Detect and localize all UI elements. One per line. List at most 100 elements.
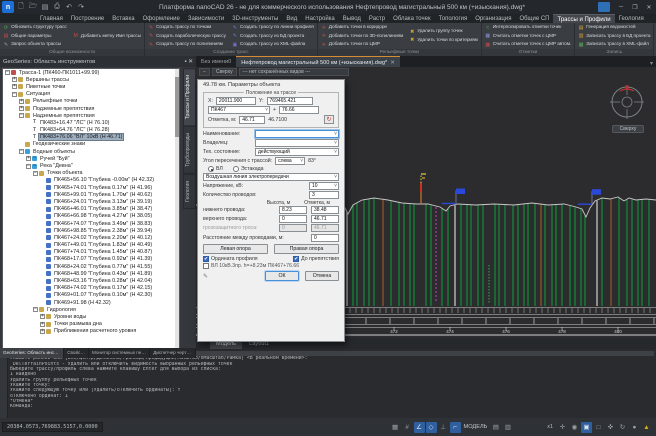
tree-item[interactable]: −~Река "Девна" (3, 162, 179, 169)
pencil-icon[interactable]: ✎ (203, 273, 208, 280)
pan-icon[interactable]: ✛ (557, 422, 568, 433)
zoom-icon[interactable]: ◉ (569, 422, 580, 433)
ribbon-tab-Облака точек[interactable]: Облака точек (389, 14, 434, 23)
upper-wire-height-input[interactable]: 0 (279, 215, 307, 223)
palette-bottom-tab[interactable]: Монитор системных перем... (89, 348, 150, 358)
ribbon-tab-Организация[interactable]: Организация (471, 14, 515, 23)
ribbon-tab-3D-инструменты[interactable]: 3D-инструменты (228, 14, 282, 23)
command-line-grip[interactable]: ≡ (0, 349, 8, 418)
annotation-scale[interactable]: х1 (547, 424, 553, 430)
save-icon[interactable]: ▤ (40, 2, 50, 12)
picket-combo[interactable]: ПК467˅ (208, 106, 270, 114)
palette-header[interactable]: GeoSeries: Область инструментов ▪ ✕ (0, 56, 196, 67)
palette-vertical-tab-Трассы и Профили[interactable]: Трассы и Профили (183, 68, 196, 126)
tree-item[interactable]: +Подземные препятствия (3, 105, 179, 112)
tree-expander[interactable]: + (12, 84, 17, 89)
lower-wire-height-input[interactable]: 8.23 (279, 206, 307, 214)
tree-item[interactable]: +Пикетные точки (3, 83, 179, 90)
tree-item[interactable]: ПК466+74.07 "Глубина 3.49м" (Н 38.83) (3, 220, 179, 227)
polar-icon[interactable]: ∠ (414, 422, 425, 433)
tab-close-icon[interactable]: ✕ (390, 60, 395, 66)
note-checkbox[interactable]: ВЛ 10кВ.3пр. h=+8.23м ПК467+76.66 (203, 263, 299, 269)
tree-item[interactable]: +Точки размыва дна (3, 321, 179, 328)
ribbon-tab-Общие СП[interactable]: Общие СП (515, 14, 553, 23)
open-folder-icon[interactable]: 🗁 (28, 2, 38, 12)
radio-estakada[interactable]: Эстакада (233, 166, 264, 172)
offset-input[interactable]: 76.66 (279, 106, 319, 114)
palette-bottom-tab[interactable]: GeoSeries: Область инструм... (0, 348, 64, 358)
tree-item[interactable]: −Ситуация (3, 91, 179, 98)
regen-icon[interactable]: ↻ (617, 422, 628, 433)
owner-combo[interactable]: ˅ (255, 139, 339, 147)
tree-item[interactable]: +Уровни воды (3, 313, 179, 320)
ribbon-tab-Геология[interactable]: Геология (615, 14, 648, 23)
ribbon-button[interactable]: ✛Добавить точки по ЦМР (318, 40, 406, 49)
palette-vertical-tab-Трубопроводы[interactable]: Трубопроводы (183, 126, 196, 174)
tree-item[interactable]: ПК469+01.07 "Глубина 0.10м" (Н 42.30) (3, 292, 179, 299)
tree-item[interactable]: ПК468+74.02 "Глубина 0.17м" (Н 42.15) (3, 285, 179, 292)
ribbon-button[interactable]: ✖Удалить точки по критериям (406, 36, 480, 45)
undo-icon[interactable]: ↶ (64, 2, 74, 12)
view-direction-button[interactable]: Сверху (212, 68, 237, 76)
cancel-button[interactable]: Отмена (305, 271, 339, 281)
help-icon[interactable] (598, 2, 610, 12)
tree-item[interactable]: ПК467+74.01 "Глубина 1.45м" (Н 40.87) (3, 249, 179, 256)
ribbon-tab-Зависимости[interactable]: Зависимости (184, 14, 228, 23)
tree-expander[interactable]: + (40, 322, 45, 327)
ribbon-button[interactable]: ▥Записать трассу в БД проекта (575, 32, 653, 41)
tab-overflow-icon[interactable]: ▾ (650, 60, 656, 67)
tree-item[interactable]: ПК466+98.85 "Глубина 2.38м" (Н 39.94) (3, 227, 179, 234)
ribbon-button[interactable]: ✎Запрос объекта трассы (0, 40, 70, 49)
ribbon-button[interactable]: ✛Добавить точки в коридоре (318, 23, 406, 32)
obstacle-checkbox[interactable]: ✔ До препятствия (293, 256, 339, 262)
tree-item[interactable]: ПК465+99.01 "Глубина 1.70м" (Н 40.62) (3, 191, 179, 198)
osnap-icon[interactable]: ◇ (426, 422, 437, 433)
mark-input[interactable]: 46.71 (239, 116, 265, 124)
tree-item[interactable]: −Трасса-1 (ПК460-ПК1011+99.99) (3, 69, 179, 76)
ok-button[interactable]: ОК (265, 271, 299, 281)
ribbon-tab-Оформление[interactable]: Оформление (139, 14, 184, 23)
viewport-collapse-button[interactable]: − (199, 68, 210, 76)
tree-item[interactable]: ТПК483+64.76 "ЛС" (Н 76.28) (3, 127, 179, 134)
object-type-combo[interactable]: Воздушная линия электропередачи˅ (203, 173, 339, 181)
ribbon-tab-Трассы и Профили[interactable]: Трассы и Профили (553, 14, 614, 23)
ordinate-checkbox[interactable]: ✔ Ордината профиля (203, 256, 293, 262)
ribbon-button[interactable]: ▦Считать отметки точек с ЦМР (482, 32, 574, 41)
tree-item[interactable]: −Водные объекты (3, 148, 179, 155)
wire-distance-input[interactable]: 0 (311, 234, 339, 242)
model-space-label[interactable]: МОДЕЛЬ (464, 424, 488, 430)
tree-item[interactable]: +Приближения расчетного уровня (3, 328, 179, 335)
ribbon-button[interactable]: ▤Общие параметры (0, 32, 70, 41)
upper-wire-mark-input[interactable]: 46.71 (311, 215, 339, 223)
layout-icon[interactable]: ▥ (502, 422, 513, 433)
ribbon-tab-Вывод[interactable]: Вывод (339, 14, 365, 23)
ribbon-button[interactable]: ▦Записать трассу в XML-файл (575, 40, 653, 49)
ribbon-button[interactable]: МДобавить метку Имя трассы (70, 32, 144, 41)
ribbon-button[interactable]: ▦Считать отметки точек с ЦМР автом. (482, 40, 574, 49)
saved-views-combo[interactable]: --- нет сохранённых видов --- (239, 68, 349, 76)
ribbon-button[interactable]: ▤Генерация ведомостей (575, 23, 653, 32)
cursor-icon[interactable]: ✜ (605, 422, 616, 433)
ribbon-button[interactable]: ▣Создать трассу из XML-файла (229, 40, 317, 49)
x-input[interactable]: 20011.900 (216, 97, 256, 105)
tree-item[interactable]: −Гидрология (3, 306, 179, 313)
ribbon-tab-Растр[interactable]: Растр (365, 14, 389, 23)
tree-expander[interactable]: + (40, 314, 45, 319)
tree-item[interactable]: ТПК483+76.06 "ВЛ" 10кВ (Н 46.71) (3, 134, 179, 141)
tree-expander[interactable]: + (40, 329, 45, 334)
tree-expander[interactable]: − (26, 164, 31, 169)
ribbon-tab-Вставка[interactable]: Вставка (108, 14, 138, 23)
tree-item[interactable]: ПК466+66.98 "Глубина 4.27м" (Н 38.05) (3, 213, 179, 220)
tree-expander[interactable]: − (19, 149, 24, 154)
tree-item[interactable]: ПК468+17.07 "Глубина 0.92м" (Н 41.39) (3, 256, 179, 263)
tree-item[interactable]: ПК468+24.02 "Глубина 0.77м" (Н 41.55) (3, 263, 179, 270)
grid-icon[interactable]: ▦ (390, 422, 401, 433)
state-combo[interactable]: действующий˅ (255, 148, 339, 156)
ribbon-button[interactable]: ✎Создать трассу по точкам (145, 23, 229, 32)
tree-item[interactable]: ПК466+24.01 "Глубина 3.13м" (Н 39.19) (3, 198, 179, 205)
ribbon-tab-Построение[interactable]: Построение (67, 14, 108, 23)
ribbon-button[interactable]: ✎Создать трассу по полилиниям (145, 40, 229, 49)
tree-item[interactable]: ПК469+91.98 (Н 42.32) (3, 299, 179, 306)
redo-icon[interactable]: ↷ (76, 2, 86, 12)
ribbon-button[interactable]: ✛Добавить точки по 3D-полилиниям (318, 32, 406, 41)
